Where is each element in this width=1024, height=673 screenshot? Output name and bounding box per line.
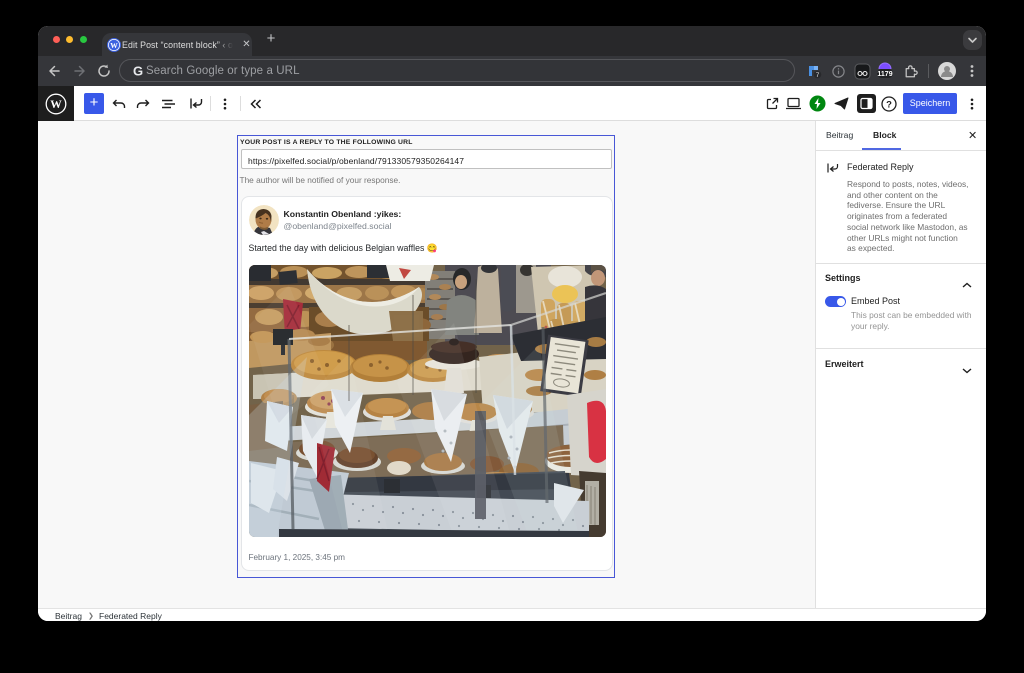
svg-text:G: G [133,64,143,78]
svg-text:7: 7 [816,72,820,79]
svg-text:?: ? [886,99,892,110]
svg-text:W: W [50,99,62,111]
svg-text:1179: 1179 [877,70,892,77]
svg-text:W: W [110,41,118,50]
